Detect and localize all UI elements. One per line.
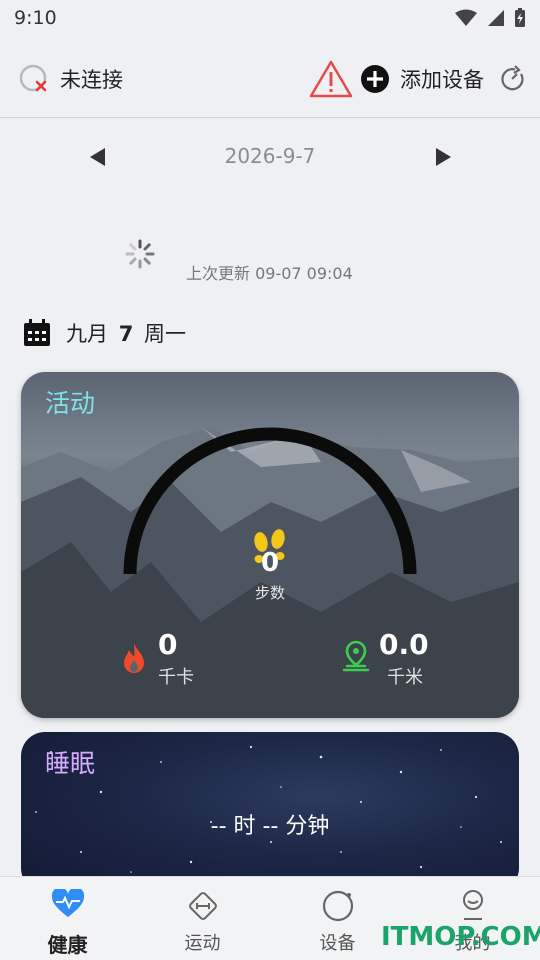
connection-status-label: 未连接 bbox=[60, 67, 123, 92]
status-icons bbox=[454, 8, 526, 28]
sleep-card[interactable]: 睡眠 -- 时 -- 分钟 bbox=[21, 732, 519, 892]
nav-health-label: 健康 bbox=[47, 933, 88, 957]
refresh-icon[interactable] bbox=[498, 64, 526, 93]
disconnected-icon bbox=[19, 64, 47, 91]
device-circle-icon bbox=[322, 890, 353, 922]
distance-stat: 0.0 千米 bbox=[379, 628, 429, 689]
status-bar: 9:10 bbox=[0, 0, 540, 36]
current-date: 2026-9-7 bbox=[224, 144, 316, 168]
last-update-text: 上次更新 09-07 09:04 bbox=[186, 264, 353, 283]
add-device-button[interactable]: 添加设备 bbox=[400, 64, 484, 94]
weekday-label: 周一 bbox=[144, 322, 186, 346]
add-device-icon[interactable] bbox=[360, 64, 390, 94]
watermark: ITMOP.COM bbox=[381, 922, 540, 952]
date-header-text: 九月 7 周一 bbox=[66, 318, 186, 348]
header-actions: 添加设备 bbox=[308, 59, 526, 99]
nav-sport[interactable]: 运动 bbox=[135, 877, 270, 960]
loading-spinner-icon bbox=[125, 239, 155, 269]
sleep-duration: -- 时 -- 分钟 bbox=[210, 814, 330, 839]
distance-value: 0.0 bbox=[379, 628, 429, 661]
calories-value: 0 bbox=[158, 628, 178, 661]
steps-value: 0 bbox=[260, 548, 280, 578]
status-time: 9:10 bbox=[14, 7, 57, 29]
calories-stat: 0 千卡 bbox=[158, 628, 194, 689]
warning-icon[interactable] bbox=[308, 59, 354, 99]
nav-health[interactable]: 健康 bbox=[0, 877, 135, 960]
nav-sport-label: 运动 bbox=[184, 933, 221, 954]
connection-status[interactable]: 未连接 bbox=[18, 63, 123, 95]
distance-location-icon bbox=[342, 640, 370, 672]
calories-unit: 千卡 bbox=[158, 667, 194, 688]
activity-card[interactable]: 活动 0 步数 0 千卡 0.0 千米 bbox=[21, 372, 519, 718]
heart-pulse-icon bbox=[51, 889, 84, 917]
calendar-icon bbox=[24, 319, 50, 346]
date-header: 九月 7 周一 bbox=[22, 318, 186, 348]
sport-diamond-icon bbox=[188, 892, 217, 920]
profile-icon bbox=[462, 890, 483, 920]
sleep-title: 睡眠 bbox=[45, 749, 96, 778]
steps-label: 步数 bbox=[254, 584, 285, 602]
battery-icon bbox=[515, 8, 525, 27]
date-navigator: 2026-9-7 bbox=[0, 140, 540, 176]
day-label: 7 bbox=[118, 322, 134, 346]
next-day-button[interactable] bbox=[436, 148, 451, 166]
month-label: 九月 bbox=[66, 322, 108, 346]
flame-icon bbox=[124, 643, 144, 673]
distance-unit: 千米 bbox=[387, 667, 423, 688]
wifi-icon bbox=[455, 9, 477, 26]
top-bar: 未连接 添加设备 bbox=[0, 40, 540, 118]
signal-icon bbox=[488, 10, 504, 26]
